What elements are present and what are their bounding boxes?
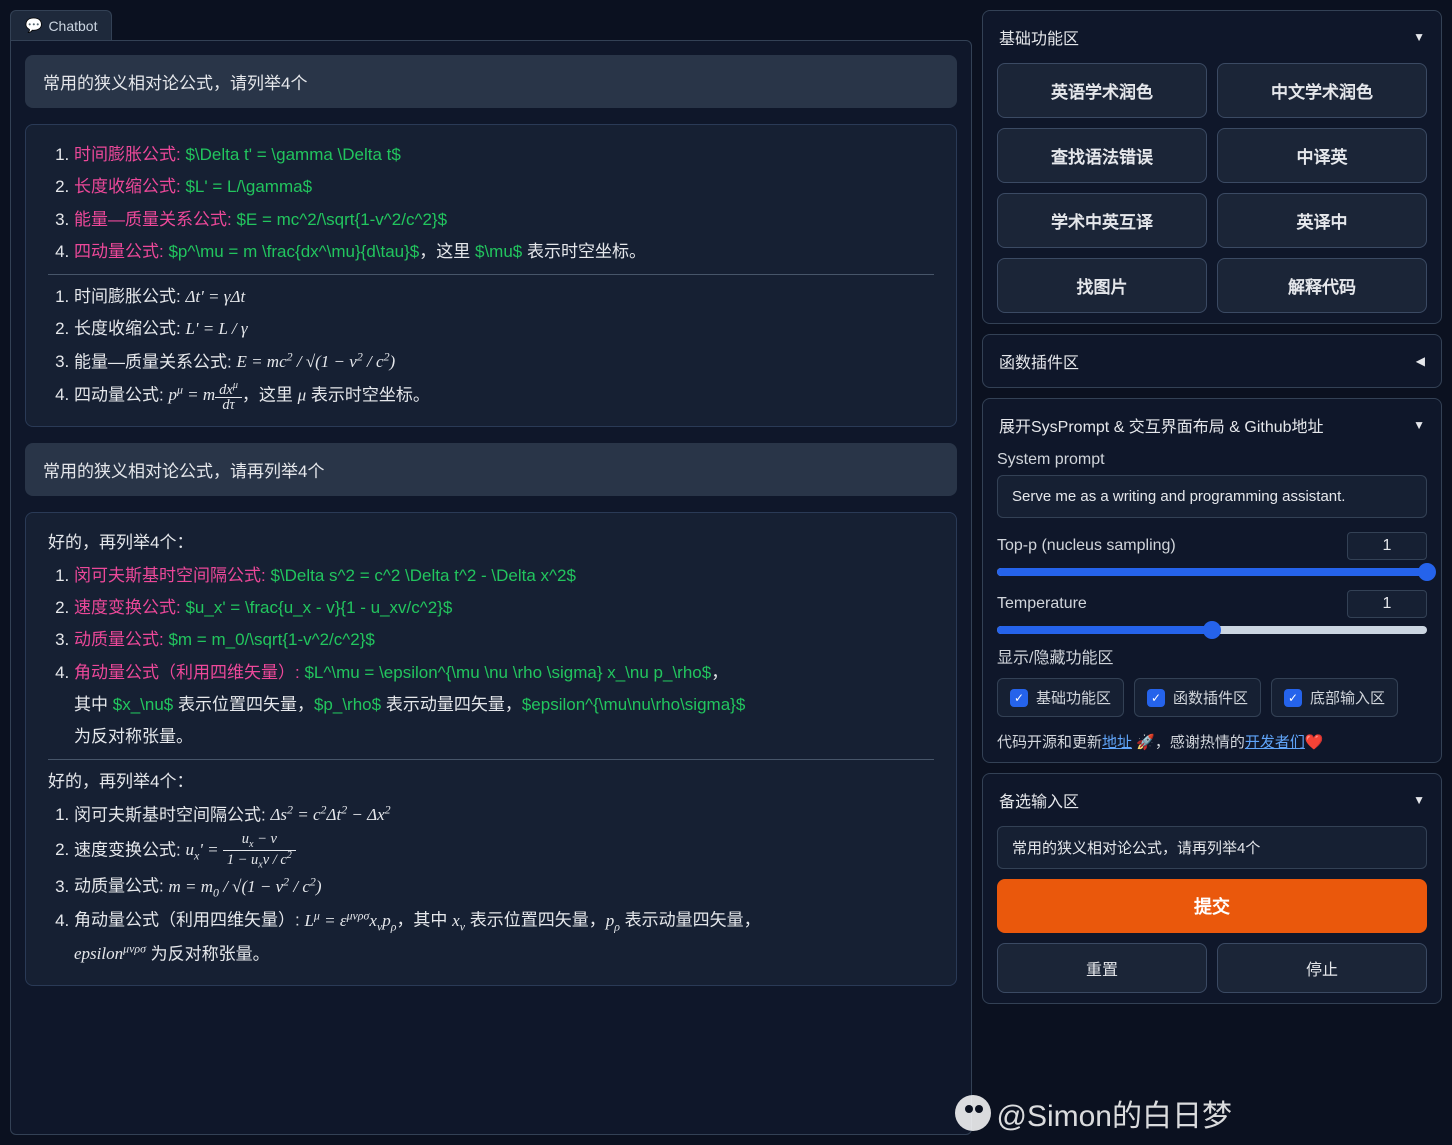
chatbot-tab[interactable]: 💬 Chatbot xyxy=(10,10,112,40)
func-academic-trans[interactable]: 学术中英互译 xyxy=(997,193,1207,248)
reset-button[interactable]: 重置 xyxy=(997,943,1207,993)
topp-label: Top-p (nucleus sampling) xyxy=(997,537,1176,555)
formula-3-name: 能量—质量关系公式: xyxy=(74,210,232,229)
bot-message-2: 好的，再列举4个： 闵可夫斯基时空间隔公式: $\Delta s^2 = c^2… xyxy=(25,512,957,985)
formula-2-name: 长度收缩公式: xyxy=(74,177,181,196)
bot-2-intro: 好的，再列举4个： xyxy=(48,527,934,559)
formula-1-name: 时间膨胀公式: xyxy=(74,145,181,164)
func-en2cn[interactable]: 英译中 xyxy=(1217,193,1427,248)
plugins-header[interactable]: 函数插件区 ◀ xyxy=(997,345,1427,377)
func-explain-code[interactable]: 解释代码 xyxy=(1217,258,1427,313)
user-message-1: 常用的狭义相对论公式，请列举4个 xyxy=(25,55,957,108)
devs-link[interactable]: 开发者们 xyxy=(1245,734,1305,751)
chevron-down-icon: ▼ xyxy=(1413,30,1425,44)
alt-input-field[interactable] xyxy=(997,826,1427,869)
basic-functions-header[interactable]: 基础功能区 ▼ xyxy=(997,21,1427,53)
footer-text: 代码开源和更新地址 🚀，感谢热情的开发者们❤️ xyxy=(997,731,1427,752)
check-bottom-input[interactable]: ✓底部输入区 xyxy=(1271,678,1398,717)
toggle-areas-label: 显示/隐藏功能区 xyxy=(997,644,1427,668)
checkbox-icon: ✓ xyxy=(1010,689,1028,707)
sysprompt-title: 展开SysPrompt & 交互界面布局 & Github地址 xyxy=(999,413,1324,437)
checkbox-icon: ✓ xyxy=(1284,689,1302,707)
plugins-section: 函数插件区 ◀ xyxy=(982,334,1442,388)
formula-2-latex: $L' = L/\gamma$ xyxy=(185,177,312,196)
bot-message-1: 时间膨胀公式: $\Delta t' = \gamma \Delta t$ 长度… xyxy=(25,124,957,427)
temperature-value[interactable]: 1 xyxy=(1347,590,1427,618)
sysprompt-section: 展开SysPrompt & 交互界面布局 & Github地址 ▼ System… xyxy=(982,398,1442,763)
chat-body: 常用的狭义相对论公式，请列举4个 时间膨胀公式: $\Delta t' = \g… xyxy=(10,40,972,1135)
basic-functions-title: 基础功能区 xyxy=(999,25,1079,49)
basic-functions-section: 基础功能区 ▼ 英语学术润色 中文学术润色 查找语法错误 中译英 学术中英互译 … xyxy=(982,10,1442,324)
system-prompt-label: System prompt xyxy=(997,451,1427,469)
user-message-2: 常用的狭义相对论公式，请再列举4个 xyxy=(25,443,957,496)
tab-label: Chatbot xyxy=(48,18,97,34)
formula-3-latex: $E = mc^2/\sqrt{1-v^2/c^2}$ xyxy=(236,210,447,229)
chevron-down-icon: ▼ xyxy=(1413,418,1425,432)
submit-button[interactable]: 提交 xyxy=(997,879,1427,933)
chat-icon: 💬 xyxy=(25,17,42,34)
check-plugins[interactable]: ✓函数插件区 xyxy=(1134,678,1261,717)
func-find-image[interactable]: 找图片 xyxy=(997,258,1207,313)
alt-input-title: 备选输入区 xyxy=(999,788,1079,812)
stop-button[interactable]: 停止 xyxy=(1217,943,1427,993)
func-en-polish[interactable]: 英语学术润色 xyxy=(997,63,1207,118)
func-cn2en[interactable]: 中译英 xyxy=(1217,128,1427,183)
func-grammar[interactable]: 查找语法错误 xyxy=(997,128,1207,183)
plugins-title: 函数插件区 xyxy=(999,349,1079,373)
check-basic[interactable]: ✓基础功能区 xyxy=(997,678,1124,717)
formula-4-latex: $p^\mu = m \frac{dx^\mu}{d\tau}$ xyxy=(168,242,419,261)
alt-input-section: 备选输入区 ▼ 提交 重置 停止 xyxy=(982,773,1442,1004)
func-cn-polish[interactable]: 中文学术润色 xyxy=(1217,63,1427,118)
repo-link[interactable]: 地址 xyxy=(1102,734,1132,751)
temperature-slider[interactable] xyxy=(997,626,1427,634)
chevron-down-icon: ▼ xyxy=(1413,793,1425,807)
topp-slider[interactable] xyxy=(997,568,1427,576)
checkbox-icon: ✓ xyxy=(1147,689,1165,707)
system-prompt-input[interactable] xyxy=(997,475,1427,518)
formula-1-latex: $\Delta t' = \gamma \Delta t$ xyxy=(185,145,400,164)
formula-4-name: 四动量公式: xyxy=(74,242,164,261)
topp-value[interactable]: 1 xyxy=(1347,532,1427,560)
sysprompt-header[interactable]: 展开SysPrompt & 交互界面布局 & Github地址 ▼ xyxy=(997,409,1427,441)
alt-input-header[interactable]: 备选输入区 ▼ xyxy=(997,784,1427,816)
temperature-label: Temperature xyxy=(997,595,1087,613)
chevron-left-icon: ◀ xyxy=(1416,354,1425,368)
